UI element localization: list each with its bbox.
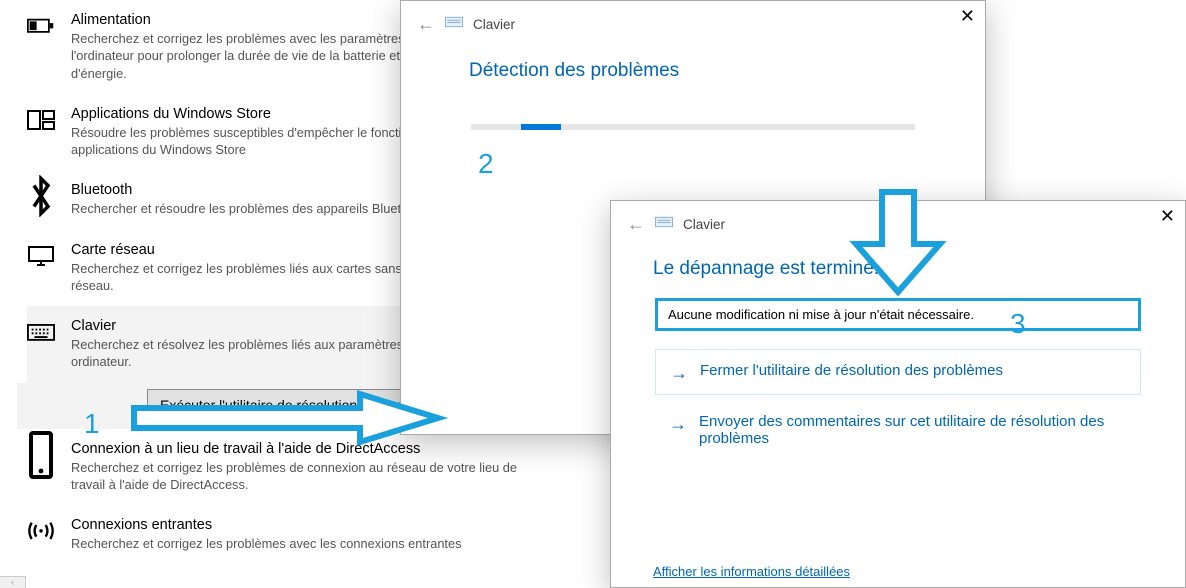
item-title: Bluetooth <box>71 182 426 198</box>
annotation-number-3: 3 <box>1010 308 1026 340</box>
troubleshoot-item-directaccess[interactable]: Connexion à un lieu de travail à l'aide … <box>27 429 560 506</box>
item-desc: Rechercher et résoudre les problèmes des… <box>71 200 426 217</box>
phone-icon <box>27 441 55 469</box>
arrow-right-icon: → <box>670 364 688 382</box>
close-icon[interactable]: ✕ <box>1160 207 1175 225</box>
item-desc: Recherchez et corrigez les problèmes de … <box>71 459 550 494</box>
annotation-number-2: 2 <box>478 148 494 180</box>
dialog-headline: Détection des problèmes <box>469 60 985 82</box>
option-label: Fermer l'utilitaire de résolution des pr… <box>700 362 1003 379</box>
send-feedback-option[interactable]: → Envoyer des commentaires sur cet utili… <box>655 413 1141 459</box>
annotation-number-1: 1 <box>84 408 100 440</box>
close-icon[interactable]: ✕ <box>960 7 975 25</box>
item-title: Connexion à un lieu de travail à l'aide … <box>71 441 550 457</box>
option-label: Envoyer des commentaires sur cet utilita… <box>699 413 1127 447</box>
dialog-crumb: Clavier <box>473 17 515 32</box>
troubleshoot-item-incoming-connections[interactable]: Connexions entrantes Recherchez et corri… <box>27 505 560 564</box>
troubleshooter-dialog-result: ✕ ← Clavier Le dépannage est terminé. Au… <box>610 200 1186 588</box>
back-icon[interactable]: ← <box>417 14 435 35</box>
item-title: Connexions entrantes <box>71 517 462 533</box>
progress-bar <box>471 124 915 130</box>
keyboard-icon <box>27 318 55 346</box>
back-icon[interactable]: ← <box>627 214 645 235</box>
dialog-headline: Le dépannage est terminé. <box>653 258 1185 280</box>
battery-icon <box>27 12 55 40</box>
result-message: Aucune modification ni mise à jour n'éta… <box>655 298 1141 331</box>
monitor-icon <box>27 242 55 270</box>
bluetooth-icon <box>27 182 55 210</box>
store-apps-icon <box>27 106 55 134</box>
antenna-icon <box>27 517 55 545</box>
dialog-crumb: Clavier <box>683 217 725 232</box>
arrow-right-icon: → <box>669 415 687 433</box>
scroll-left-button[interactable]: ‹ <box>0 576 26 588</box>
keyboard-icon <box>655 213 673 236</box>
keyboard-icon <box>445 13 463 36</box>
view-details-link[interactable]: Afficher les informations détaillées <box>653 564 850 579</box>
item-desc: Recherchez et corrigez les problèmes ave… <box>71 535 462 552</box>
close-troubleshooter-option[interactable]: → Fermer l'utilitaire de résolution des … <box>655 349 1141 395</box>
